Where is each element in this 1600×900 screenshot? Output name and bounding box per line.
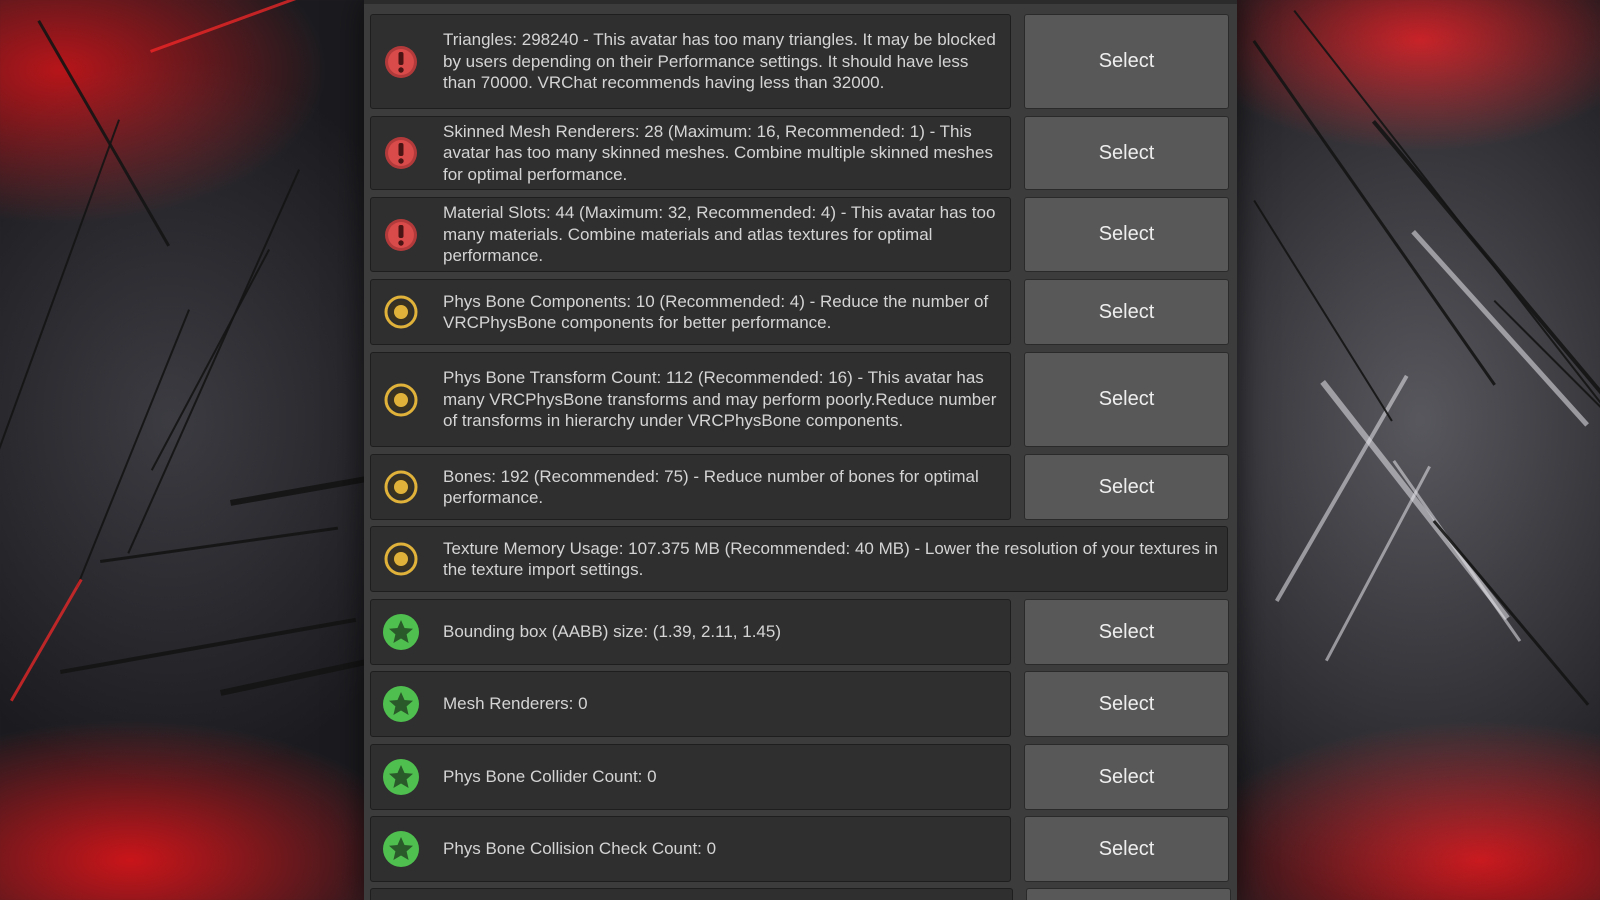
background-streak [1293,10,1600,406]
error-glyph [385,45,417,78]
stat-row-phys-bone-collider-count: Phys Bone Collider Count: 0 Select [370,744,1229,810]
stat-text: Bones: 192 (Recommended: 75) - Reduce nu… [443,466,979,508]
background-streak [1371,120,1600,414]
stat-message: Skinned Mesh Renderers: 28 (Maximum: 16,… [370,116,1011,190]
background-streak [230,475,369,506]
select-button[interactable]: Select [1024,197,1229,272]
background-streak [1253,200,1393,422]
background-streak [1392,460,1522,642]
next-row-partial [370,888,1231,900]
stat-message: Triangles: 298240 - This avatar has too … [370,14,1011,109]
background-streak [1325,465,1431,662]
background-left [0,0,369,900]
stat-row-texture-memory: Texture Memory Usage: 107.375 MB (Recomm… [370,526,1228,592]
stat-row-bones: Bones: 192 (Recommended: 75) - Reduce nu… [370,454,1229,520]
select-button[interactable]: Select [1024,744,1229,810]
select-button[interactable]: Select [1024,599,1229,665]
warning-glyph [384,542,418,576]
background-streak [75,309,190,589]
background-streak [37,20,171,247]
stat-text: Mesh Renderers: 0 [443,694,588,714]
stat-text: Phys Bone Transform Count: 112 (Recommen… [443,368,997,431]
background-streak [1320,380,1510,621]
background-streak [100,526,339,563]
stat-text-line: Texture Memory Usage: 107.375 MB (Recomm… [443,538,1217,580]
stat-text: Bounding box (AABB) size: (1.39, 2.11, 1… [443,622,781,642]
next-row-message-edge [370,888,1013,900]
star-glyph [383,831,419,867]
stat-message: Phys Bone Transform Count: 112 (Recommen… [370,352,1011,447]
stat-message: Phys Bone Collision Check Count: 0 [370,816,1011,882]
stat-text: Phys Bone Collision Check Count: 0 [443,839,717,859]
background-streak [1411,230,1589,427]
error-icon [381,42,421,82]
star-glyph [383,614,419,650]
background-streak [1275,374,1409,602]
select-button[interactable]: Select [1024,454,1229,520]
stat-row-material-slots: Material Slots: 44 (Maximum: 32, Recomme… [370,197,1229,272]
stat-text: Phys Bone Components: 10 (Recommended: 4… [443,291,989,333]
stat-text: Triangles: 298240 - This avatar has too … [443,30,996,93]
warning-icon [381,380,421,420]
select-button[interactable]: Select [1024,671,1229,737]
stat-message: Mesh Renderers: 0 [370,671,1011,737]
warning-glyph [384,470,418,504]
background-streak [0,119,121,459]
background-streak [1493,300,1600,429]
select-button[interactable]: Select [1024,352,1229,447]
stat-message: Phys Bone Collider Count: 0 [370,744,1011,810]
select-button[interactable]: Select [1024,816,1229,882]
background-streak [127,169,300,554]
warning-icon [381,539,421,579]
stat-row-phys-bone-transform-count: Phys Bone Transform Count: 112 (Recommen… [370,352,1229,447]
stat-text: Material Slots: 44 (Maximum: 32, Recomme… [443,203,996,266]
error-icon [381,215,421,255]
star-icon [381,612,421,652]
warning-glyph [384,383,418,416]
star-glyph [383,686,419,722]
warning-icon [381,467,421,507]
stat-row-phys-bone-components: Phys Bone Components: 10 (Recommended: 4… [370,279,1229,345]
background-streak [1432,520,1590,706]
stat-text: Texture Memory Usage: 107.375 MB (Recomm… [443,538,1217,581]
error-glyph [385,218,417,251]
performance-stats-panel: Triangles: 298240 - This avatar has too … [364,0,1237,900]
background-streak [220,658,368,696]
star-glyph [383,759,419,795]
warning-icon [381,292,421,332]
stat-row-phys-bone-collision-check-count: Phys Bone Collision Check Count: 0 Selec… [370,816,1229,882]
stat-row-skinned-mesh-renderers: Skinned Mesh Renderers: 28 (Maximum: 16,… [370,116,1229,190]
error-icon [381,133,421,173]
next-row-button-edge [1026,888,1231,900]
stat-message: Bones: 192 (Recommended: 75) - Reduce nu… [370,454,1011,520]
stat-row-bounding-box: Bounding box (AABB) size: (1.39, 2.11, 1… [370,599,1229,665]
select-button[interactable]: Select [1024,116,1229,190]
background-streak [150,0,321,53]
stat-message: Phys Bone Components: 10 (Recommended: 4… [370,279,1011,345]
stat-row-mesh-renderers: Mesh Renderers: 0 Select [370,671,1229,737]
stat-row-triangles: Triangles: 298240 - This avatar has too … [370,14,1229,109]
background-right [1235,0,1600,900]
background-streak [150,249,270,471]
background-streak [1252,40,1496,386]
select-button[interactable]: Select [1024,14,1229,109]
star-icon [381,829,421,869]
select-button[interactable]: Select [1024,279,1229,345]
warning-glyph [384,295,418,329]
stat-text: Skinned Mesh Renderers: 28 (Maximum: 16,… [443,121,993,184]
stat-message: Material Slots: 44 (Maximum: 32, Recomme… [370,197,1011,272]
star-icon [381,757,421,797]
stat-text: Phys Bone Collider Count: 0 [443,767,657,787]
background-streak [10,578,83,702]
stat-message: Bounding box (AABB) size: (1.39, 2.11, 1… [370,599,1011,665]
panel-top-edge [364,0,1237,4]
stat-message: Texture Memory Usage: 107.375 MB (Recomm… [370,526,1228,592]
background-streak [60,617,357,674]
star-icon [381,684,421,724]
error-glyph [385,137,417,169]
